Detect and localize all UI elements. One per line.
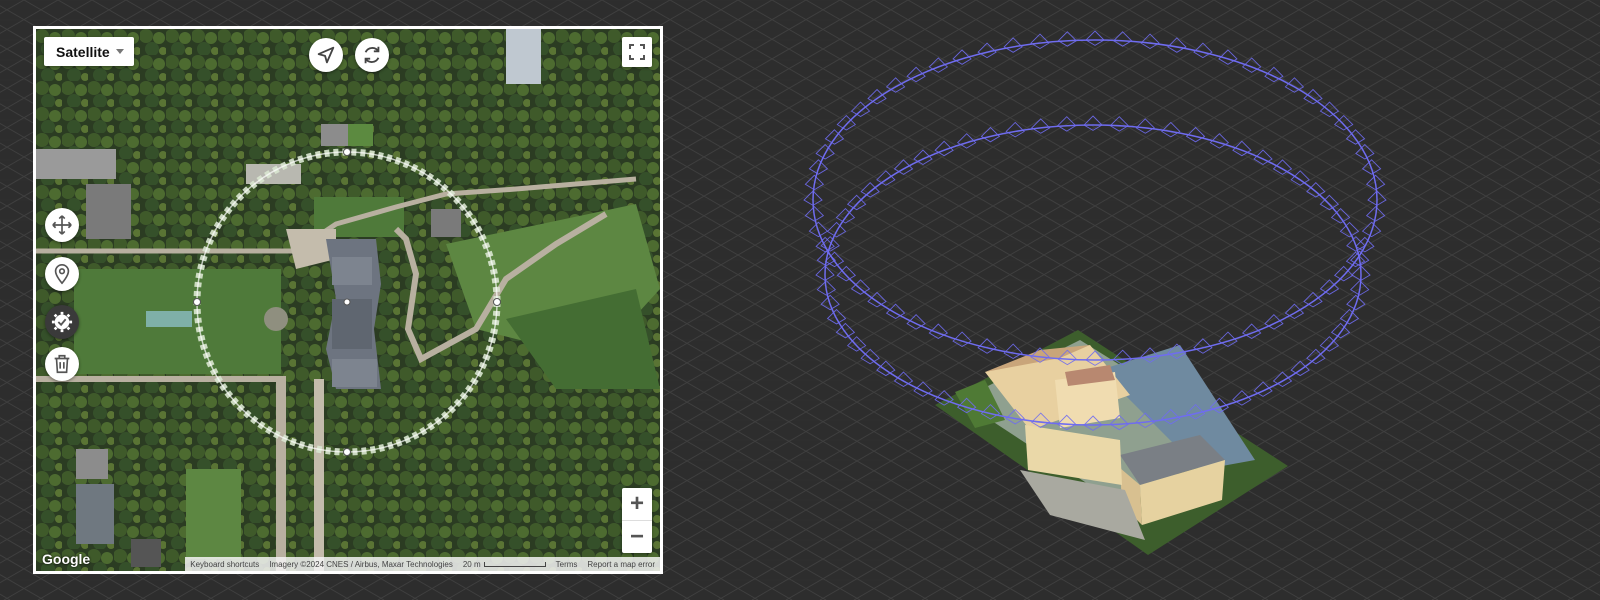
camera-frustum [1112, 31, 1133, 47]
camera-frustum [1303, 291, 1323, 308]
camera-frustum [1083, 115, 1103, 131]
camera-frustum [1057, 116, 1077, 132]
settings-tool-button[interactable] [45, 305, 79, 339]
satellite-map[interactable]: Satellite + − Google Keyboard shortcuts … [36, 29, 660, 571]
scale-label: 20 m [462, 559, 481, 569]
trash-icon [54, 354, 70, 374]
imagery-credit: Imagery ©2024 CNES / Airbus, Maxar Techn… [269, 559, 453, 569]
google-logo: Google [42, 551, 91, 567]
camera-frustum [1339, 221, 1360, 238]
camera-frustum [1306, 182, 1326, 198]
fullscreen-button[interactable] [622, 37, 652, 67]
camera-frustum [1319, 279, 1340, 295]
camera-frustum [1005, 121, 1025, 138]
refresh-icon [364, 46, 380, 64]
move-tool-button[interactable] [45, 208, 79, 242]
camera-frustum [850, 101, 871, 118]
navigate-button[interactable] [309, 38, 343, 72]
camera-frustum [1319, 101, 1340, 118]
camera-frustum [1290, 360, 1310, 377]
camera-frustum [1030, 33, 1050, 49]
zoom-in-button[interactable]: + [622, 488, 652, 520]
location-pin-icon [54, 264, 70, 285]
camera-frustum [1339, 308, 1360, 325]
camera-frustum [1161, 121, 1181, 138]
delete-tool-button[interactable] [45, 347, 79, 381]
camera-frustum [826, 308, 847, 325]
camera-frustum [1030, 118, 1051, 134]
building-3d-model [935, 330, 1288, 555]
camera-frustum [867, 88, 887, 105]
satellite-imagery [36, 29, 660, 571]
camera-frustum [815, 236, 835, 253]
keyboard-shortcuts-link[interactable]: Keyboard shortcuts [185, 560, 264, 569]
camera-frustum [876, 360, 896, 377]
fullscreen-icon [629, 44, 645, 60]
camera-frustum [1109, 116, 1129, 132]
chevron-down-icon [115, 49, 124, 54]
camera-frustum [860, 348, 880, 365]
camera-frustum [824, 129, 845, 145]
navigation-arrow-icon [317, 46, 335, 64]
camera-frustum [876, 170, 896, 186]
terms-link[interactable]: Terms [551, 560, 583, 569]
camera-frustum [850, 279, 871, 295]
refresh-button[interactable] [355, 38, 389, 72]
map-type-selector[interactable]: Satellite [44, 37, 134, 66]
scale-indicator: 20 m [458, 560, 551, 569]
map-type-label: Satellite [56, 43, 110, 60]
report-error-link[interactable]: Report a map error [582, 560, 660, 569]
camera-frustum [1085, 30, 1105, 46]
camera-frustum [815, 143, 835, 160]
camera-frustum [835, 322, 856, 339]
map-panel: Satellite + − Google Keyboard shortcuts … [33, 26, 663, 574]
settings-check-icon [51, 311, 73, 333]
camera-frustum [1355, 143, 1375, 160]
move-icon [52, 215, 72, 235]
camera-frustum [826, 221, 847, 238]
camera-frustum [1330, 322, 1351, 339]
map-attribution-bar: Keyboard shortcuts Imagery ©2024 CNES / … [185, 557, 660, 571]
zoom-out-button[interactable]: − [622, 521, 652, 553]
camera-frustum [867, 291, 887, 308]
camera-frustum [1306, 348, 1326, 365]
camera-frustum [1345, 129, 1366, 145]
zoom-control: + − [622, 488, 652, 553]
location-tool-button[interactable] [45, 257, 79, 291]
scale-bar [483, 561, 546, 567]
orbit-ring [812, 39, 1378, 361]
camera-frustum [1303, 88, 1323, 105]
camera-frustum [1140, 33, 1160, 49]
camera-frustum [1290, 170, 1310, 186]
camera-frustum [860, 182, 880, 198]
camera-frustum [1135, 118, 1156, 134]
camera-frustum [1057, 31, 1078, 47]
